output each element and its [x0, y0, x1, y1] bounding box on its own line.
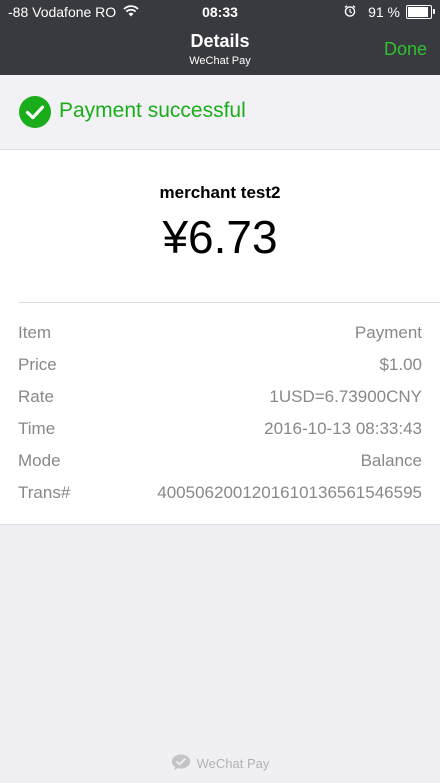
detail-row-time: Time 2016-10-13 08:33:43	[18, 419, 422, 451]
battery-level-fill	[408, 7, 429, 17]
payment-amount: ¥6.73	[162, 211, 278, 263]
alarm-icon	[344, 4, 356, 20]
detail-label: Time	[18, 419, 56, 438]
status-bar: -88 Vodafone RO 08:33 91 %	[0, 0, 440, 24]
detail-label: Item	[18, 323, 52, 342]
detail-row-rate: Rate 1USD=6.73900CNY	[18, 387, 422, 419]
wechat-pay-icon	[171, 754, 191, 773]
details-list: Item Payment Price $1.00 Rate 1USD=6.739…	[18, 323, 422, 515]
top-bar: -88 Vodafone RO 08:33 91 % Details WeCha…	[0, 0, 440, 75]
success-banner: Payment successful	[0, 75, 440, 150]
detail-value: $1.00	[379, 355, 422, 374]
checkmark-circle-icon	[19, 96, 51, 128]
detail-value: Payment	[354, 323, 422, 342]
detail-label: Price	[18, 355, 57, 374]
footer-branding: WeChat Pay	[0, 754, 440, 773]
battery-icon	[406, 5, 435, 19]
detail-row-trans-id: Trans# 4005062001201610136561546595	[18, 483, 422, 515]
battery-percent: 91 %	[368, 4, 400, 20]
detail-row-mode: Mode Balance	[18, 451, 422, 483]
page-subtitle: WeChat Pay	[189, 55, 251, 67]
detail-label: Rate	[18, 387, 54, 406]
detail-row-item: Item Payment	[18, 323, 422, 355]
detail-label: Mode	[18, 451, 61, 470]
detail-value: 1USD=6.73900CNY	[269, 387, 422, 406]
detail-row-price: Price $1.00	[18, 355, 422, 387]
detail-label: Trans#	[18, 483, 71, 502]
status-right-group: 91 %	[344, 4, 435, 20]
battery-nub	[433, 9, 435, 14]
page-title: Details	[190, 31, 250, 51]
divider	[18, 302, 440, 303]
success-message: Payment successful	[59, 99, 246, 122]
detail-value: 2016-10-13 08:33:43	[264, 419, 422, 438]
transaction-card: merchant test2 ¥6.73 Item Payment Price …	[0, 150, 440, 525]
merchant-name: merchant test2	[159, 183, 281, 202]
done-button[interactable]: Done	[384, 39, 427, 60]
detail-value: Balance	[360, 451, 422, 470]
footer-label: WeChat Pay	[196, 756, 270, 771]
detail-value: 4005062001201610136561546595	[157, 483, 422, 502]
